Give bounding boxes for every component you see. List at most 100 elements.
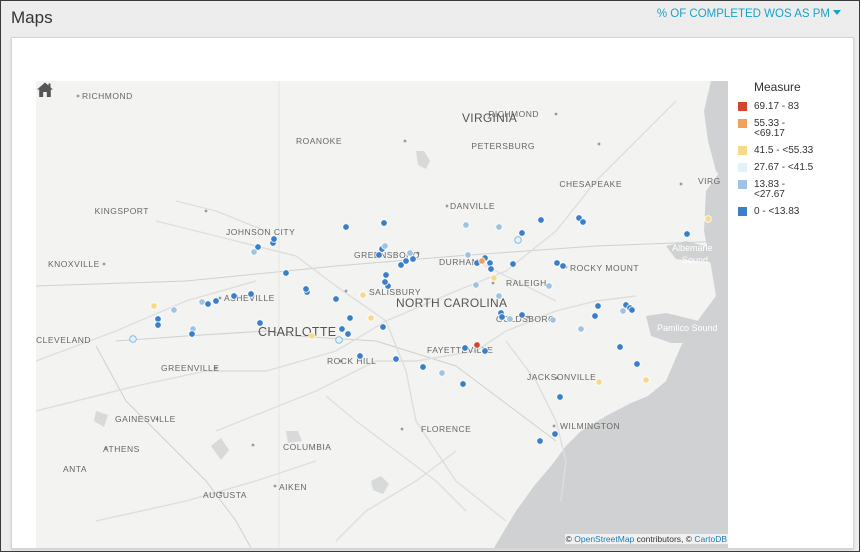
atlantic-ocean [494, 161, 728, 548]
legend-item[interactable]: 69.17 - 83 [738, 102, 850, 112]
legend-item[interactable]: 55.33 - <69.17 [738, 119, 850, 139]
data-point[interactable] [381, 278, 389, 286]
data-point[interactable] [282, 269, 290, 277]
data-point[interactable] [250, 248, 258, 256]
data-point[interactable] [188, 330, 196, 338]
data-point[interactable] [619, 307, 627, 315]
data-point[interactable] [438, 369, 446, 377]
data-point[interactable] [338, 325, 346, 333]
data-point[interactable] [536, 437, 544, 445]
data-point[interactable] [594, 302, 602, 310]
data-point[interactable] [461, 344, 469, 352]
data-point[interactable] [478, 257, 486, 265]
data-point[interactable] [509, 260, 517, 268]
data-point[interactable] [498, 313, 506, 321]
data-point[interactable] [487, 265, 495, 273]
data-point[interactable] [402, 257, 410, 265]
data-point[interactable] [464, 251, 472, 259]
data-point[interactable] [154, 321, 162, 329]
legend-item[interactable]: 0 - <13.83 [738, 207, 850, 217]
data-point[interactable] [486, 259, 494, 267]
data-point[interactable] [302, 285, 310, 293]
data-point[interactable] [129, 335, 137, 343]
top-bar: Maps % OF COMPLETED WOS AS PM [1, 1, 859, 37]
data-point[interactable] [473, 341, 481, 349]
data-point[interactable] [367, 314, 375, 322]
data-point[interactable] [683, 230, 691, 238]
chesapeake-bay [704, 81, 728, 181]
data-point[interactable] [380, 219, 388, 227]
home-icon[interactable] [36, 81, 54, 99]
data-point[interactable] [392, 355, 400, 363]
data-point[interactable] [518, 229, 526, 237]
data-point[interactable] [591, 312, 599, 320]
data-point[interactable] [342, 223, 350, 231]
city-label: ANTA [63, 464, 87, 474]
lake-4 [94, 411, 108, 427]
data-point[interactable] [472, 281, 480, 289]
data-point[interactable] [247, 290, 255, 298]
data-point[interactable] [356, 352, 364, 360]
data-point[interactable] [579, 218, 587, 226]
data-point[interactable] [382, 271, 390, 279]
legend-label: 41.5 - <55.33 [754, 145, 814, 156]
city-label: KNOXVILLE [48, 259, 100, 269]
legend-swatch [738, 146, 747, 155]
map-canvas[interactable]: RICHMONDRICHMONDROANOKE PETERSBURGCHESAPE… [36, 81, 728, 548]
data-point[interactable] [256, 319, 264, 327]
data-point[interactable] [495, 223, 503, 231]
data-point[interactable] [704, 215, 712, 223]
data-point[interactable] [332, 295, 340, 303]
data-point[interactable] [462, 221, 470, 229]
data-point[interactable] [490, 274, 498, 282]
data-point[interactable] [514, 236, 522, 244]
data-point[interactable] [375, 251, 383, 259]
data-point[interactable] [406, 249, 414, 257]
data-point[interactable] [642, 376, 650, 384]
data-point[interactable] [481, 347, 489, 355]
data-point[interactable] [595, 378, 603, 386]
data-point[interactable] [379, 323, 387, 331]
data-point[interactable] [556, 393, 564, 401]
data-point[interactable] [545, 282, 553, 290]
data-point[interactable] [335, 336, 343, 344]
data-point[interactable] [549, 316, 557, 324]
legend-item[interactable]: 13.83 - <27.67 [738, 180, 850, 200]
data-point[interactable] [359, 291, 367, 299]
data-point[interactable] [150, 302, 158, 310]
data-point[interactable] [628, 306, 636, 314]
data-point[interactable] [346, 314, 354, 322]
data-point[interactable] [270, 235, 278, 243]
data-point[interactable] [506, 315, 514, 323]
data-point[interactable] [409, 255, 417, 263]
city-label: DANVILLE [450, 201, 495, 211]
data-point[interactable] [553, 259, 561, 267]
city-label: COLUMBIA [283, 442, 331, 452]
data-point[interactable] [170, 306, 178, 314]
measure-dropdown[interactable]: % OF COMPLETED WOS AS PM [657, 8, 841, 20]
data-point[interactable] [577, 325, 585, 333]
data-point[interactable] [344, 330, 352, 338]
data-point[interactable] [537, 216, 545, 224]
data-point[interactable] [495, 292, 503, 300]
data-point[interactable] [518, 311, 526, 319]
map-area[interactable]: RICHMOND RICHMOND ROANOKE PETERSBURG CHESAPE… [36, 81, 728, 548]
cartodb-link[interactable]: CartoDB [694, 534, 727, 544]
data-point[interactable] [212, 297, 220, 305]
data-point[interactable] [204, 300, 212, 308]
legend-item[interactable]: 41.5 - <55.33 [738, 146, 850, 156]
data-point[interactable] [459, 380, 467, 388]
data-point[interactable] [559, 262, 567, 270]
data-point[interactable] [616, 343, 624, 351]
city-label: ROANOKE [296, 136, 342, 146]
city-label: FLORENCE [421, 424, 471, 434]
data-point[interactable] [419, 363, 427, 371]
legend-label: 27.67 - <41.5 [754, 162, 814, 173]
data-point[interactable] [308, 332, 316, 340]
data-point[interactable] [381, 242, 389, 250]
data-point[interactable] [230, 292, 238, 300]
data-point[interactable] [551, 430, 559, 438]
openstreetmap-link[interactable]: OpenStreetMap [574, 534, 634, 544]
data-point[interactable] [633, 360, 641, 368]
legend-item[interactable]: 27.67 - <41.5 [738, 163, 850, 173]
